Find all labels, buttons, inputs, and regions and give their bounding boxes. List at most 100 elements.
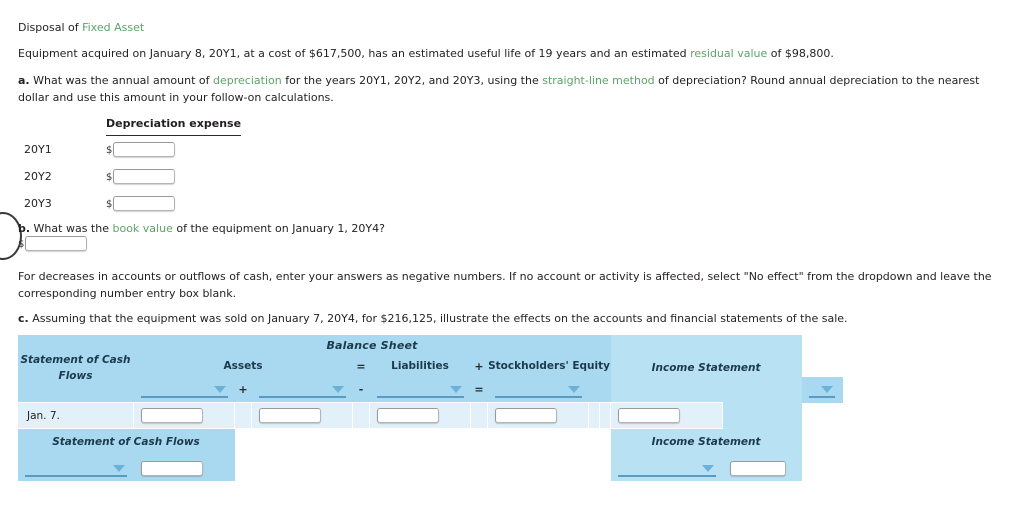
depreciation-input-20y3[interactable] <box>113 196 176 211</box>
book-value-input[interactable] <box>25 236 88 251</box>
balance-sheet-title: Balance Sheet <box>326 339 418 352</box>
depreciation-expense-table: Depreciation expense 20Y1 $ 20Y2 $ 20Y3 … <box>18 117 242 217</box>
question-b-text2: of the equipment on January 1, 20Y4? <box>172 222 385 235</box>
operator-spacer-2 <box>352 402 370 429</box>
liabilities-header-label: Liabilities <box>391 360 449 372</box>
depreciation-term-link[interactable]: depreciation <box>213 74 282 87</box>
equity-amount-box <box>611 403 722 428</box>
cash-flow-activity-dropdown-cell <box>17 456 134 482</box>
question-b: b. What was the book value of the equipm… <box>18 220 718 237</box>
operator-equals-header: = <box>352 355 370 377</box>
currency-symbol: $ <box>106 198 113 210</box>
residual-value-term-link[interactable]: residual value <box>690 47 767 60</box>
page-title-prefix: Disposal of <box>18 21 83 34</box>
spacer-cell-3 <box>588 402 600 429</box>
operator-minus-cell: - <box>352 377 370 403</box>
chevron-down-icon <box>701 465 714 473</box>
chevron-down-icon <box>821 386 833 394</box>
table-row: Jan. 7. <box>17 402 843 429</box>
depreciation-cell-20y2: $ <box>106 163 241 190</box>
statement-of-cash-flows-header-cell: Statement of Cash Flows <box>17 335 134 403</box>
intro-text-part1: Equipment acquired on January 8, 20Y1, a… <box>18 47 691 60</box>
statement-of-cash-flows-header-label: Statement of Cash Flows <box>20 354 131 382</box>
liabilities-amount-input[interactable] <box>495 408 557 423</box>
asset-account-dropdown-2[interactable] <box>258 379 346 398</box>
depreciation-cell-20y3: $ <box>106 190 241 217</box>
year-label-20y2: 20Y2 <box>24 170 52 183</box>
question-a-text2: for the years 20Y1, 20Y2, and 20Y3, usin… <box>281 74 543 87</box>
financial-statement-effects-table: Statement of Cash Flows Balance Sheet In… <box>17 335 843 482</box>
equity-header-cell: Stockholders' Equity <box>487 355 611 377</box>
asset-account-dropdown-3[interactable] <box>376 379 464 398</box>
asset-dropdown-cell-3 <box>369 377 471 403</box>
income-statement-item-dropdown[interactable] <box>617 458 716 478</box>
balance-sheet-title-cell: Balance Sheet <box>133 335 611 355</box>
table-row: 20Y3 $ <box>18 190 241 217</box>
question-b-text1: What was the <box>30 222 113 235</box>
asset-dropdown-cell-2 <box>251 377 353 403</box>
table-row: 20Y2 $ <box>18 163 241 190</box>
depreciation-input-20y1[interactable] <box>113 142 176 157</box>
chevron-down-icon <box>331 386 344 393</box>
question-a: a. What was the annual amount of depreci… <box>18 72 1003 106</box>
question-b-answer: $ <box>18 236 88 251</box>
asset-account-dropdown-1[interactable] <box>140 379 228 398</box>
book-value-term-link[interactable]: book value <box>112 222 172 235</box>
income-statement-amount-cell <box>722 456 802 482</box>
cash-flow-amount-box <box>134 456 235 481</box>
equals-operator: = <box>356 359 366 373</box>
asset-amount-input-2[interactable] <box>259 408 321 423</box>
intro-text-part2: of $98,800. <box>767 47 834 60</box>
footer-blank-cell-2 <box>234 456 611 482</box>
asset-dropdown-cell-1 <box>133 377 235 403</box>
plus-operator: + <box>474 359 484 373</box>
question-b-marker: b. <box>18 222 31 235</box>
question-c-marker: c. <box>18 312 29 325</box>
asset-amount-input-3[interactable] <box>377 408 439 423</box>
operator-spacer-3 <box>470 402 488 429</box>
asset-amount-box-2 <box>252 403 352 428</box>
equity-header-label: Stockholders' Equity <box>488 360 610 372</box>
liabilities-header-cell: Liabilities <box>369 355 471 377</box>
table-row: 20Y1 $ <box>18 136 241 164</box>
operator-plus-cell-1: + <box>234 377 252 403</box>
fixed-asset-term-link[interactable]: Fixed Asset <box>82 21 144 34</box>
page-title: Disposal of Fixed Asset <box>18 19 918 36</box>
liabilities-account-dropdown[interactable] <box>494 379 582 398</box>
year-label-20y1: 20Y1 <box>24 142 52 156</box>
income-statement-amount-input[interactable] <box>729 461 786 477</box>
straight-line-method-term-link[interactable]: straight-line method <box>542 74 654 87</box>
footer-cash-flows-label: Statement of Cash Flows <box>52 436 200 448</box>
footer-blank-cell-1 <box>234 428 611 457</box>
asset-amount-input-1[interactable] <box>141 408 203 423</box>
cash-flow-amount-input[interactable] <box>140 461 203 477</box>
cash-flow-activity-dropdown[interactable] <box>24 458 127 478</box>
currency-symbol: $ <box>106 171 113 183</box>
cash-flow-amount-cell <box>133 456 235 482</box>
currency-symbol: $ <box>106 144 113 156</box>
question-a-marker: a. <box>18 74 30 87</box>
effects-header-row-balance-sheet: Statement of Cash Flows Balance Sheet In… <box>17 335 843 403</box>
depreciation-cell-20y1: $ <box>106 136 241 164</box>
equity-account-dropdown[interactable] <box>808 379 835 399</box>
equals-operator: = <box>474 383 484 396</box>
operator-equals-cell: = <box>470 377 488 403</box>
equity-amount-input[interactable] <box>618 408 681 423</box>
assets-header-cell: Assets <box>133 355 353 377</box>
asset-amount-cell-1 <box>133 402 235 429</box>
income-statement-header-cell: Income Statement <box>610 335 802 403</box>
asset-amount-box-1 <box>134 403 234 428</box>
footer-cash-flows-header-cell: Statement of Cash Flows <box>17 428 235 457</box>
question-c-text: Assuming that the equipment was sold on … <box>28 312 848 325</box>
entry-date-label: Jan. 7. <box>27 409 60 422</box>
income-statement-item-dropdown-cell <box>610 456 723 482</box>
minus-operator: - <box>358 383 364 396</box>
depreciation-input-20y2[interactable] <box>113 169 176 184</box>
year-label-20y3: 20Y3 <box>24 197 52 210</box>
spacer-cell-2 <box>599 377 611 403</box>
income-statement-amount-box <box>723 456 802 481</box>
liabilities-dropdown-cell <box>487 377 589 403</box>
effects-footer-header-row: Statement of Cash Flows Income Statement <box>17 428 843 457</box>
spacer-cell-4 <box>598 402 612 429</box>
equity-amount-cell <box>610 402 724 429</box>
